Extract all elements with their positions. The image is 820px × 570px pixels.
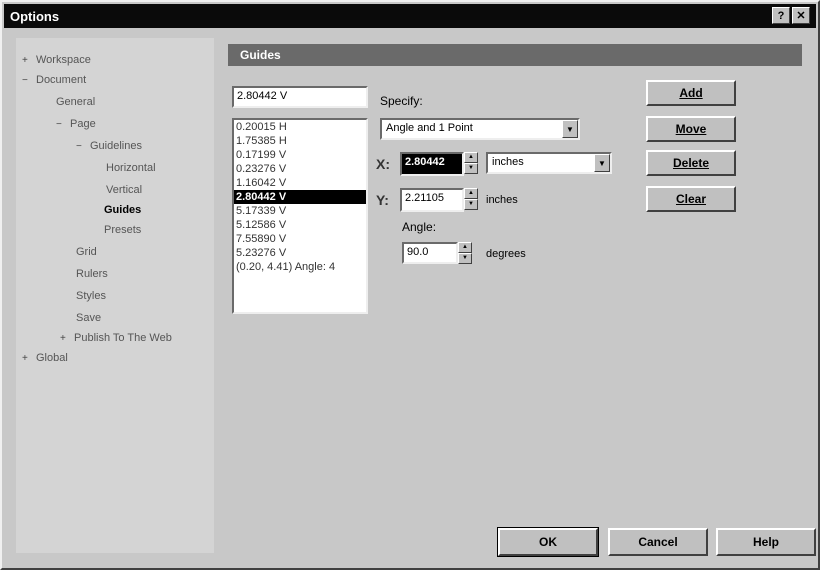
cancel-button[interactable]: Cancel	[608, 528, 708, 556]
tree-item-page[interactable]: − Page	[56, 116, 96, 132]
dropdown-arrow-icon[interactable]: ▼	[562, 120, 578, 138]
guide-list-item[interactable]: 7.55890 V	[234, 232, 366, 246]
guide-list-item[interactable]: 0.17199 V	[234, 148, 366, 162]
expand-icon[interactable]: +	[22, 55, 36, 66]
x-axis-label: X:	[376, 156, 390, 172]
guide-list-item[interactable]: 1.75385 H	[234, 134, 366, 148]
delete-button[interactable]: Delete	[646, 150, 736, 176]
spin-up-icon: ▲	[464, 152, 478, 163]
spin-down-icon: ▼	[464, 163, 478, 174]
tree-item-presets[interactable]: Presets	[104, 222, 141, 238]
tree-item-rulers[interactable]: Rulers	[76, 266, 108, 282]
tree-item-global[interactable]: + Global	[22, 350, 68, 366]
clear-button[interactable]: Clear	[646, 186, 736, 212]
y-axis-label: Y:	[376, 192, 389, 208]
angle-input[interactable]: 90.0	[402, 242, 458, 264]
panel-header: Guides	[228, 44, 802, 66]
spin-up-icon: ▲	[464, 188, 478, 199]
tree-item-guidelines[interactable]: − Guidelines	[76, 138, 142, 154]
dialog-title: Options	[10, 8, 60, 24]
x-value-input[interactable]: 2.80442	[400, 152, 464, 176]
guide-list-item[interactable]: 0.20015 H	[234, 120, 366, 134]
ok-button[interactable]: OK	[497, 527, 599, 557]
tree-item-styles[interactable]: Styles	[76, 288, 106, 304]
specify-select[interactable]: Angle and 1 Point ▼	[380, 118, 580, 140]
help-title-button[interactable]: ?	[772, 7, 790, 24]
angle-unit-label: degrees	[486, 248, 526, 260]
guide-list-item[interactable]: (0.20, 4.41) Angle: 4	[234, 260, 366, 274]
guide-list-item[interactable]: 5.23276 V	[234, 246, 366, 260]
y-unit-label: inches	[486, 194, 518, 206]
guide-list-item[interactable]: 0.23276 V	[234, 162, 366, 176]
y-value-input[interactable]: 2.21105	[400, 188, 464, 212]
guide-value-input[interactable]: 2.80442 V	[232, 86, 368, 108]
title-bar[interactable]: Options ? ✕	[4, 4, 816, 28]
options-tree[interactable]: + Workspace − Document General − Page − …	[16, 38, 214, 553]
help-button[interactable]: Help	[716, 528, 816, 556]
y-spinner[interactable]: ▲ ▼	[464, 188, 478, 210]
collapse-icon[interactable]: −	[76, 141, 90, 152]
tree-item-document[interactable]: − Document	[22, 72, 86, 88]
tree-item-grid[interactable]: Grid	[76, 244, 97, 260]
x-unit-select[interactable]: inches ▼	[486, 152, 612, 174]
move-button[interactable]: Move	[646, 116, 736, 142]
collapse-icon[interactable]: −	[22, 75, 36, 86]
expand-icon[interactable]: +	[22, 353, 36, 364]
tree-item-workspace[interactable]: + Workspace	[22, 52, 91, 68]
guide-list-item[interactable]: 2.80442 V	[234, 190, 366, 204]
tree-item-vertical[interactable]: Vertical	[106, 182, 142, 198]
spin-up-icon: ▲	[458, 242, 472, 253]
tree-item-publish-to-the-web[interactable]: + Publish To The Web	[60, 330, 172, 346]
add-button[interactable]: Add	[646, 80, 736, 106]
tree-item-save[interactable]: Save	[76, 310, 101, 326]
guide-list-item[interactable]: 1.16042 V	[234, 176, 366, 190]
collapse-icon[interactable]: −	[56, 119, 70, 130]
guides-list[interactable]: 0.20015 H 1.75385 H 0.17199 V 0.23276 V 1.16…	[232, 118, 368, 314]
guide-list-item[interactable]: 5.17339 V	[234, 204, 366, 218]
angle-spinner[interactable]: ▲ ▼	[458, 242, 472, 264]
angle-label: Angle:	[402, 220, 437, 234]
spin-down-icon: ▼	[464, 199, 478, 210]
guide-list-item[interactable]: 5.12586 V	[234, 218, 366, 232]
guides-panel: Guides 2.80442 V 0.20015 H 1.75385 H 0.171…	[224, 38, 810, 518]
close-title-button[interactable]: ✕	[792, 7, 810, 24]
specify-label: Specify:	[380, 94, 423, 108]
tree-item-horizontal[interactable]: Horizontal	[106, 160, 156, 176]
x-spinner[interactable]: ▲ ▼	[464, 152, 478, 174]
tree-item-guides[interactable]: Guides	[104, 202, 141, 218]
options-dialog: Options ? ✕ + Workspace − Document Gener…	[0, 0, 820, 570]
spin-down-icon: ▼	[458, 253, 472, 264]
tree-item-general[interactable]: General	[56, 94, 95, 110]
dropdown-arrow-icon[interactable]: ▼	[594, 154, 610, 172]
expand-icon[interactable]: +	[60, 333, 74, 344]
